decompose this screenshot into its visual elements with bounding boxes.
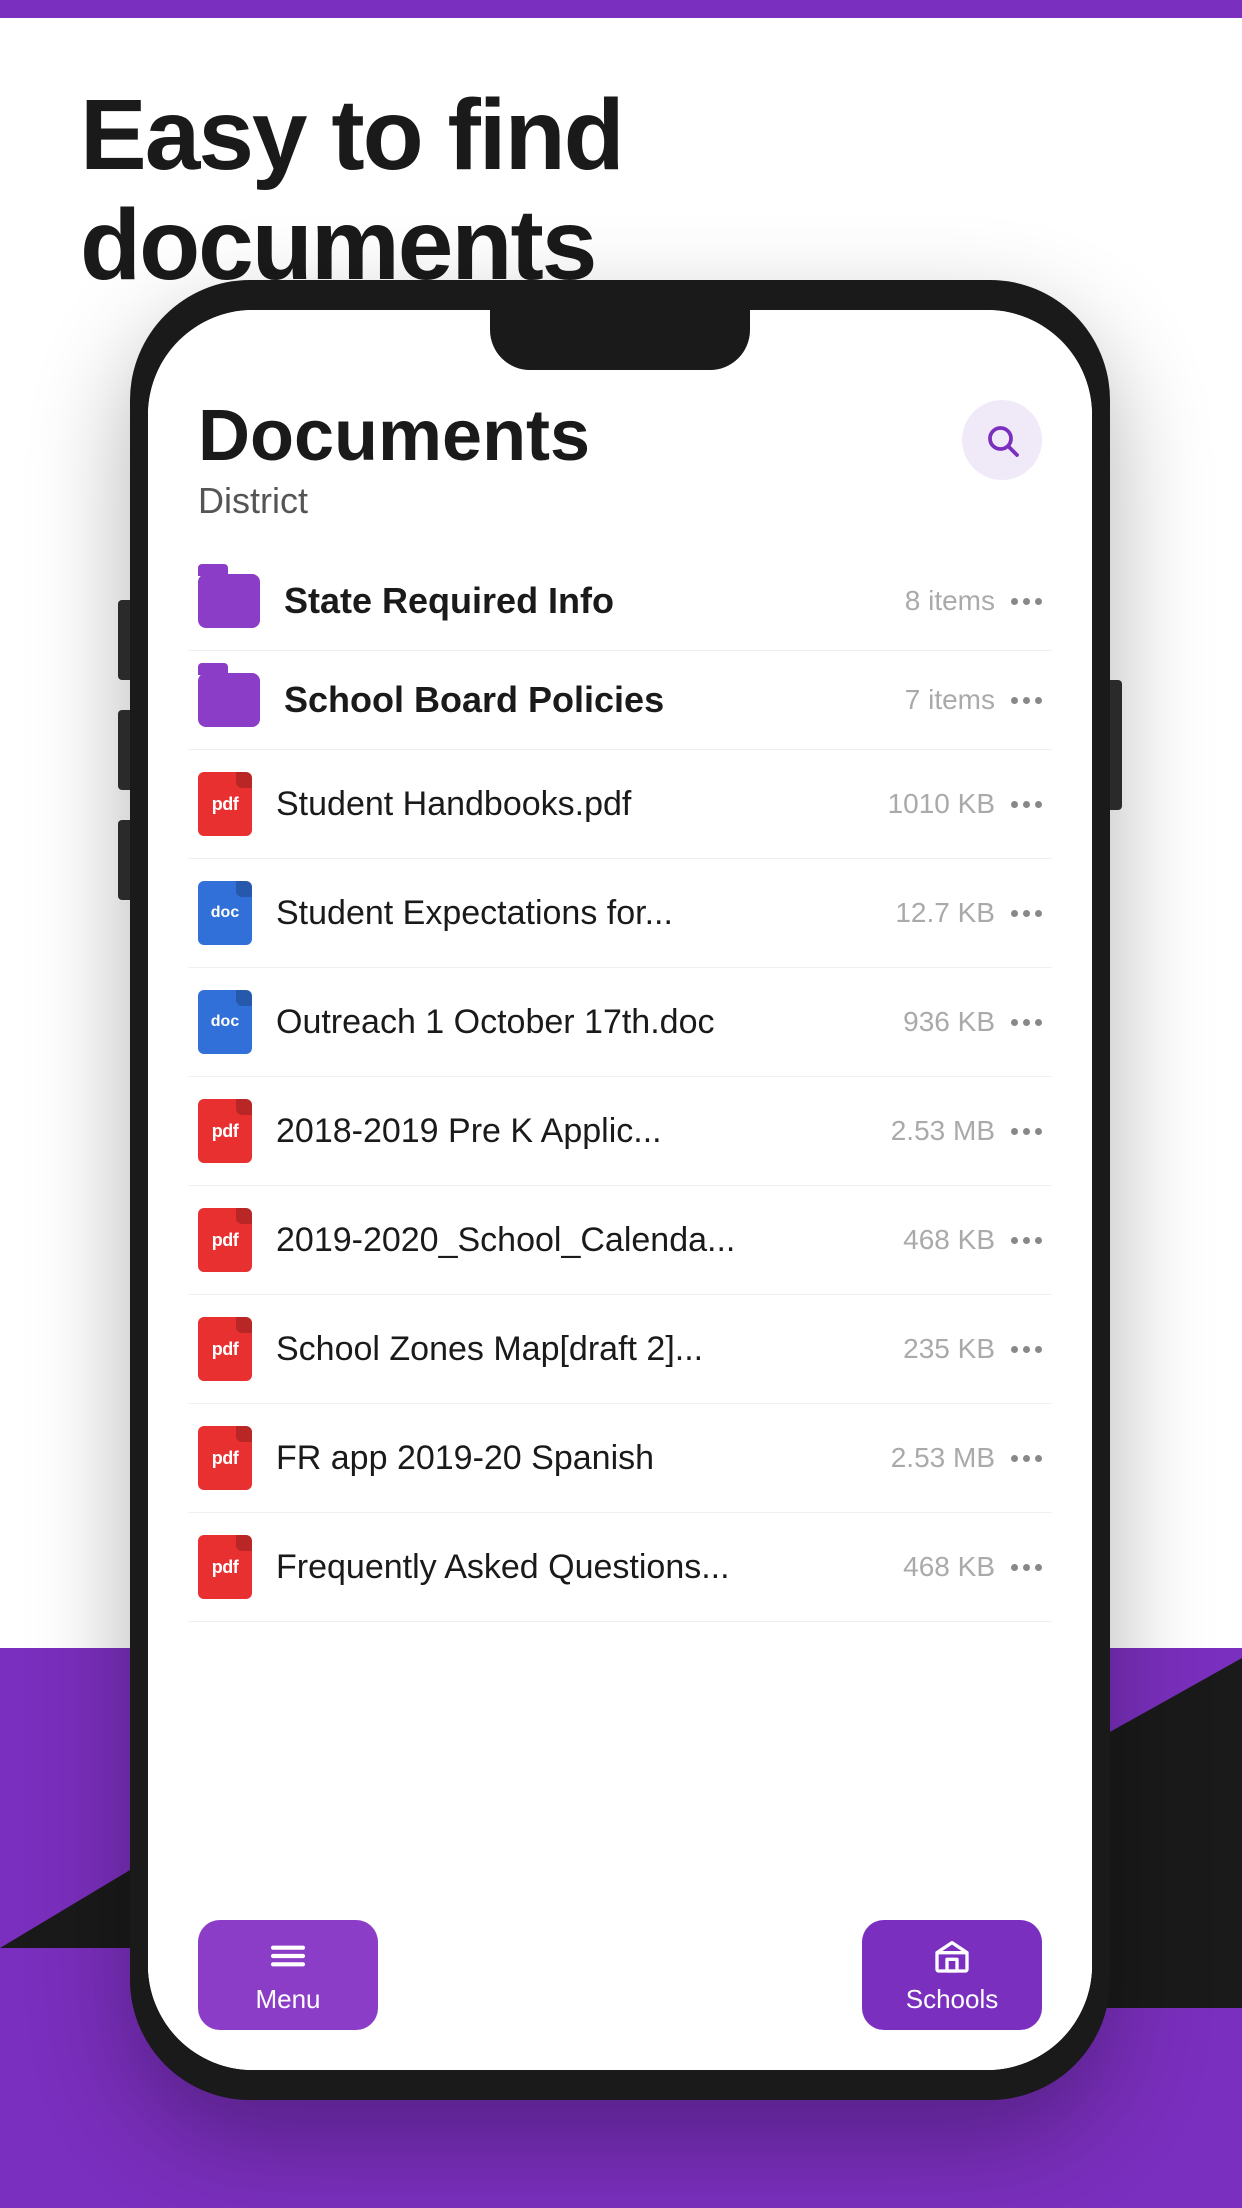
item-size: 7 items bbox=[905, 684, 995, 716]
schools-label: Schools bbox=[906, 1984, 999, 2015]
item-size: 8 items bbox=[905, 585, 995, 617]
pdf-icon: pdf bbox=[198, 1317, 252, 1381]
phone-screen: Documents District State Required Info bbox=[148, 310, 1092, 2070]
list-item[interactable]: pdf Frequently Asked Questions... 468 KB bbox=[188, 1513, 1052, 1622]
menu-label: Menu bbox=[255, 1984, 320, 2015]
more-button[interactable] bbox=[1011, 1128, 1042, 1135]
item-name: Student Expectations for... bbox=[276, 894, 875, 933]
list-item[interactable]: School Board Policies 7 items bbox=[188, 651, 1052, 750]
volume-up-button bbox=[118, 600, 130, 680]
more-button[interactable] bbox=[1011, 1019, 1042, 1026]
doc-icon: doc bbox=[198, 990, 252, 1054]
list-item[interactable]: pdf 2018-2019 Pre K Applic... 2.53 MB bbox=[188, 1077, 1052, 1186]
item-size: 2.53 MB bbox=[891, 1442, 995, 1474]
item-name: State Required Info bbox=[284, 580, 885, 622]
item-name: Student Handbooks.pdf bbox=[276, 785, 868, 824]
item-name: 2018-2019 Pre K Applic... bbox=[276, 1112, 871, 1151]
item-name: School Zones Map[draft 2]... bbox=[276, 1330, 883, 1369]
item-size: 468 KB bbox=[903, 1551, 995, 1583]
list-item[interactable]: pdf 2019-2020_School_Calenda... 468 KB bbox=[188, 1186, 1052, 1295]
list-item[interactable]: pdf Student Handbooks.pdf 1010 KB bbox=[188, 750, 1052, 859]
doc-icon: doc bbox=[198, 881, 252, 945]
search-icon bbox=[984, 422, 1020, 458]
phone-mockup: Documents District State Required Info bbox=[130, 280, 1110, 2100]
top-bar bbox=[0, 0, 1242, 18]
bottom-nav: Menu Schools bbox=[148, 1910, 1092, 2070]
item-info: School Board Policies bbox=[284, 679, 885, 721]
pdf-icon: pdf bbox=[198, 772, 252, 836]
menu-icon bbox=[268, 1936, 308, 1976]
more-button[interactable] bbox=[1011, 1346, 1042, 1353]
item-info: Student Expectations for... bbox=[276, 894, 875, 933]
item-name: Frequently Asked Questions... bbox=[276, 1548, 883, 1587]
folder-icon bbox=[198, 574, 260, 628]
item-info: State Required Info bbox=[284, 580, 885, 622]
pdf-icon: pdf bbox=[198, 1535, 252, 1599]
item-size: 468 KB bbox=[903, 1224, 995, 1256]
search-button[interactable] bbox=[962, 400, 1042, 480]
schools-button[interactable]: Schools bbox=[862, 1920, 1042, 2030]
item-info: 2018-2019 Pre K Applic... bbox=[276, 1112, 871, 1151]
item-info: School Zones Map[draft 2]... bbox=[276, 1330, 883, 1369]
item-name: Outreach 1 October 17th.doc bbox=[276, 1003, 883, 1042]
documents-title: Documents bbox=[198, 400, 1042, 472]
item-size: 235 KB bbox=[903, 1333, 995, 1365]
item-size: 2.53 MB bbox=[891, 1115, 995, 1147]
pdf-icon: pdf bbox=[198, 1099, 252, 1163]
more-button[interactable] bbox=[1011, 1564, 1042, 1571]
more-button[interactable] bbox=[1011, 1455, 1042, 1462]
more-button[interactable] bbox=[1011, 910, 1042, 917]
more-button[interactable] bbox=[1011, 598, 1042, 605]
pdf-icon: pdf bbox=[198, 1208, 252, 1272]
item-name: School Board Policies bbox=[284, 679, 885, 721]
page-title: Easy to find documents bbox=[80, 80, 1162, 300]
item-name: 2019-2020_School_Calenda... bbox=[276, 1221, 883, 1260]
item-info: Frequently Asked Questions... bbox=[276, 1548, 883, 1587]
item-size: 1010 KB bbox=[888, 788, 995, 820]
list-item[interactable]: pdf School Zones Map[draft 2]... 235 KB bbox=[188, 1295, 1052, 1404]
item-info: FR app 2019-20 Spanish bbox=[276, 1439, 871, 1478]
list-item[interactable]: pdf FR app 2019-20 Spanish 2.53 MB bbox=[188, 1404, 1052, 1513]
volume-down-button bbox=[118, 710, 130, 790]
more-button[interactable] bbox=[1011, 801, 1042, 808]
documents-subtitle: District bbox=[198, 480, 1042, 522]
list-item[interactable]: State Required Info 8 items bbox=[188, 552, 1052, 651]
screen-content: Documents District State Required Info bbox=[148, 310, 1092, 2070]
item-name: FR app 2019-20 Spanish bbox=[276, 1439, 871, 1478]
item-info: Outreach 1 October 17th.doc bbox=[276, 1003, 883, 1042]
item-size: 12.7 KB bbox=[895, 897, 995, 929]
schools-icon bbox=[932, 1936, 972, 1976]
silent-button bbox=[118, 820, 130, 900]
more-button[interactable] bbox=[1011, 1237, 1042, 1244]
pdf-icon: pdf bbox=[198, 1426, 252, 1490]
list-item[interactable]: doc Student Expectations for... 12.7 KB bbox=[188, 859, 1052, 968]
menu-button[interactable]: Menu bbox=[198, 1920, 378, 2030]
folder-icon bbox=[198, 673, 260, 727]
more-button[interactable] bbox=[1011, 697, 1042, 704]
document-list: State Required Info 8 items School Board… bbox=[148, 552, 1092, 1622]
item-info: 2019-2020_School_Calenda... bbox=[276, 1221, 883, 1260]
item-size: 936 KB bbox=[903, 1006, 995, 1038]
list-item[interactable]: doc Outreach 1 October 17th.doc 936 KB bbox=[188, 968, 1052, 1077]
power-button bbox=[1110, 680, 1122, 810]
phone-notch bbox=[490, 310, 750, 370]
item-info: Student Handbooks.pdf bbox=[276, 785, 868, 824]
